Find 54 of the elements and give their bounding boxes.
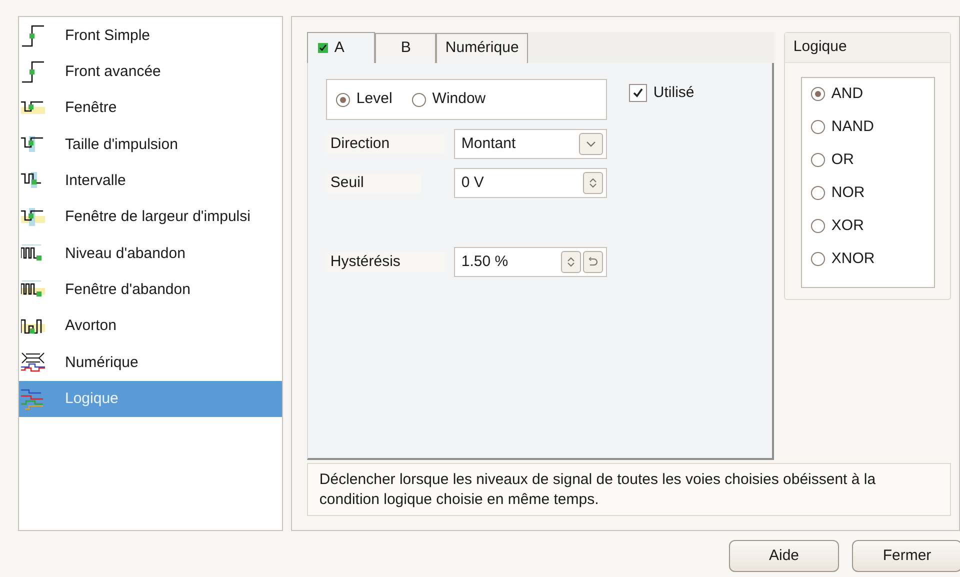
checkbox[interactable] xyxy=(629,84,648,102)
radio-label: XOR xyxy=(831,216,864,236)
description-text: Déclencher lorsque les niveaux de signal de toutes les voies choisies obéissent à la condition logique choisie en même temps. xyxy=(307,463,952,516)
radio-button[interactable] xyxy=(336,92,350,106)
radio-label: NOR xyxy=(831,182,865,203)
radio-button[interactable] xyxy=(811,219,826,233)
waveform-icon xyxy=(21,388,45,410)
tab[interactable]: B xyxy=(375,33,436,63)
radio-button[interactable] xyxy=(412,92,426,106)
dialog-button[interactable]: Aide xyxy=(729,540,839,572)
number-field[interactable]: 1.50 % xyxy=(454,247,608,277)
list-item[interactable]: Niveau d'abandon xyxy=(19,236,282,272)
waveform-icon xyxy=(21,352,45,374)
list-item[interactable]: Avorton xyxy=(19,308,282,345)
list-item[interactable]: Fenêtre xyxy=(19,90,282,127)
waveform-icon xyxy=(21,25,45,48)
list-item[interactable]: Numérique xyxy=(19,344,282,381)
tab[interactable]: A xyxy=(307,32,376,63)
field-label: Direction xyxy=(326,134,446,154)
check-icon xyxy=(632,87,644,99)
dropdown[interactable]: Montant xyxy=(454,129,608,159)
list-item[interactable]: Fenêtre d'abandon xyxy=(19,272,282,308)
radio-label: Level xyxy=(356,89,392,110)
list-item[interactable]: Front avancée xyxy=(19,54,282,91)
checkbox-icon[interactable] xyxy=(318,43,328,53)
undo-icon xyxy=(588,257,598,267)
radio-button[interactable] xyxy=(811,252,826,266)
radio-label: OR xyxy=(831,150,854,170)
list-item[interactable]: Fenêtre de largeur d'impulsi xyxy=(19,199,282,236)
reset-button[interactable] xyxy=(583,251,604,273)
chevron-down-icon xyxy=(586,141,596,147)
list-item[interactable]: Intervalle xyxy=(19,163,282,200)
list-item[interactable]: Taille d'impulsion xyxy=(19,126,282,164)
radio-button[interactable] xyxy=(811,186,826,200)
number-field[interactable]: 0 V xyxy=(454,168,608,198)
waveform-icon xyxy=(21,206,45,229)
radio-button[interactable] xyxy=(811,87,826,101)
radio-button[interactable] xyxy=(811,120,826,134)
dialog-button[interactable]: Fermer xyxy=(852,540,960,572)
field-label: Hystérésis xyxy=(326,252,446,272)
radio-label: XNOR xyxy=(831,248,875,269)
checkbox-label: Utilisé xyxy=(653,82,694,103)
waveform-icon xyxy=(21,61,45,84)
radio-button[interactable] xyxy=(811,153,826,167)
field-label: Seuil xyxy=(326,173,422,193)
list-item[interactable]: Front Simple xyxy=(19,18,282,54)
dropdown-button[interactable] xyxy=(579,133,604,155)
spin-buttons[interactable] xyxy=(583,172,604,194)
radio-label: Window xyxy=(432,89,486,110)
group-title: Logique xyxy=(785,33,950,63)
spin-buttons[interactable] xyxy=(561,251,582,273)
radio-label: NAND xyxy=(831,116,874,137)
tab[interactable]: Numérique xyxy=(436,33,528,63)
radio-label: AND xyxy=(831,84,864,104)
